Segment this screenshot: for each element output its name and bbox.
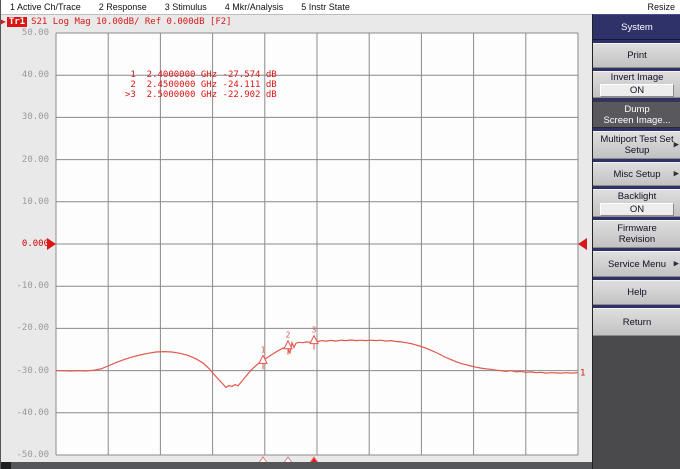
softkey-sidebar: SystemPrintInvert ImageONDumpScreen Imag…	[592, 14, 680, 469]
marker-readout-row-1: 1 2.4000000 GHz -27.574 dB	[125, 70, 277, 80]
menu-item-4[interactable]: 4 Mkr/Analysis	[216, 2, 293, 12]
ref-level-marker-right-icon[interactable]	[578, 238, 587, 250]
y-axis-label: -30.00	[1, 366, 49, 376]
softkey-invert-image[interactable]: Invert ImageON	[593, 71, 680, 98]
ref-level-label: 0.000	[1, 239, 49, 249]
toggle-state-box: ON	[600, 84, 674, 97]
trace-marker-number: 2	[286, 331, 291, 340]
y-axis-label: 50.00	[1, 28, 49, 38]
softkey-return[interactable]: Return	[593, 308, 680, 336]
plot-area: 1123 1 2.4000000 GHz -27.574 dB 2 2.4500…	[56, 33, 578, 455]
trace-status-text: S21 Log Mag 10.00dB/ Ref 0.000dB [F2]	[31, 17, 231, 27]
softkey-misc-setup[interactable]: Misc Setup ▶	[593, 162, 680, 186]
softkey-system[interactable]: System	[593, 14, 680, 40]
resize-button[interactable]: Resize	[641, 2, 680, 12]
softkey-label: Backlight	[618, 191, 657, 202]
submenu-arrow-icon: ▶	[674, 259, 679, 270]
menu-item-2[interactable]: 2 Response	[90, 2, 156, 12]
softkey-label: Return	[623, 317, 652, 328]
trace-status-line: ▶ Tr1 S21 Log Mag 10.00dB/ Ref 0.000dB […	[1, 15, 232, 28]
softkey-service-menu[interactable]: Service Menu ▶	[593, 251, 680, 277]
marker-readout-row-3: >3 2.5000000 GHz -22.902 dB	[125, 90, 277, 100]
softkey-label: Multiport Test Set	[600, 134, 673, 145]
submenu-arrow-icon: ▶	[674, 169, 679, 180]
softkey-dump[interactable]: DumpScreen Image...	[593, 101, 680, 128]
vna-screen: 1 Active Ch/Trace2 Response3 Stimulus4 M…	[0, 0, 680, 469]
menu-bar: 1 Active Ch/Trace2 Response3 Stimulus4 M…	[1, 0, 680, 15]
y-axis-label: -40.00	[1, 408, 49, 418]
active-trace-arrow-icon: ▶	[1, 17, 6, 26]
menu-item-5[interactable]: 5 Instr State	[292, 2, 359, 12]
y-axis-label: 40.00	[1, 70, 49, 80]
softkey-label: Print	[627, 50, 647, 61]
softkey-buttons: SystemPrintInvert ImageONDumpScreen Imag…	[593, 14, 680, 336]
softkey-label: Service Menu	[608, 259, 666, 270]
softkey-label: Invert Image	[611, 72, 664, 83]
y-axis-label: -50.00	[1, 450, 49, 460]
submenu-arrow-icon: ▶	[674, 140, 679, 151]
trace-marker-number: 1	[261, 345, 266, 354]
trace-marker-number: 3	[312, 326, 317, 335]
softkey-label: Screen Image...	[603, 115, 670, 126]
y-axis-label: 20.00	[1, 155, 49, 165]
bottom-status-bar	[1, 462, 592, 469]
y-axis-label: -20.00	[1, 323, 49, 333]
menu-item-1[interactable]: 1 Active Ch/Trace	[1, 2, 90, 12]
softkey-print[interactable]: Print	[593, 43, 680, 68]
softkey-label: Firmware	[617, 223, 657, 234]
toggle-state-box: ON	[600, 203, 674, 216]
trace-number-label: 1	[580, 369, 585, 379]
y-axis-label: 10.00	[1, 197, 49, 207]
marker-readout: 1 2.4000000 GHz -27.574 dB 2 2.4500000 G…	[125, 70, 277, 100]
trace-marker-1-icon[interactable]	[259, 355, 267, 363]
softkey-label: Dump	[624, 104, 649, 115]
softkey-label: System	[621, 22, 653, 33]
bottom-left-corner-mark	[1, 462, 11, 469]
trace-badge[interactable]: Tr1	[7, 17, 27, 27]
softkey-label: Revision	[619, 234, 655, 245]
menu-item-3[interactable]: 3 Stimulus	[156, 2, 216, 12]
softkey-firmware[interactable]: FirmwareRevision	[593, 220, 680, 248]
marker-readout-row-2: 2 2.4500000 GHz -24.111 dB	[125, 80, 277, 90]
softkey-label: Help	[627, 287, 647, 298]
softkey-multiport-test-set[interactable]: Multiport Test SetSetup ▶	[593, 131, 680, 159]
menu-items: 1 Active Ch/Trace2 Response3 Stimulus4 M…	[1, 2, 359, 12]
y-axis-label: 30.00	[1, 112, 49, 122]
trace-marker-2-icon[interactable]	[284, 341, 292, 349]
softkey-backlight[interactable]: BacklightON	[593, 189, 680, 217]
softkey-label: Misc Setup	[614, 169, 661, 180]
y-axis-label: -10.00	[1, 281, 49, 291]
softkey-help[interactable]: Help	[593, 280, 680, 305]
ref-level-marker-left-icon[interactable]	[47, 238, 56, 250]
softkey-label: Setup	[625, 145, 650, 156]
